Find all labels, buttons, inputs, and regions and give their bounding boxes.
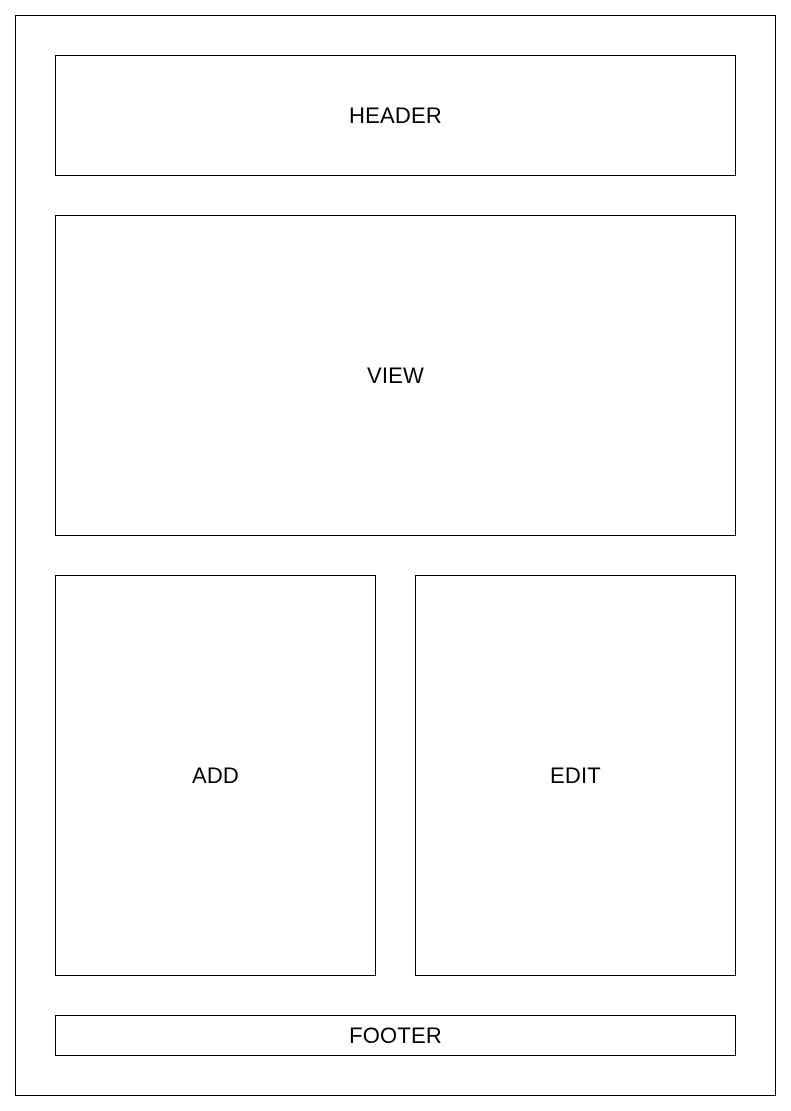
header-region: HEADER [55,55,736,176]
add-label: ADD [191,762,240,788]
view-label: VIEW [366,362,425,388]
edit-label: EDIT [550,762,601,788]
footer-label: FOOTER [349,1022,442,1048]
add-region: ADD [55,575,376,976]
header-label: HEADER [349,102,442,128]
footer-region: FOOTER [55,1015,736,1056]
view-region: VIEW [55,215,736,536]
edit-region: EDIT [415,575,736,976]
